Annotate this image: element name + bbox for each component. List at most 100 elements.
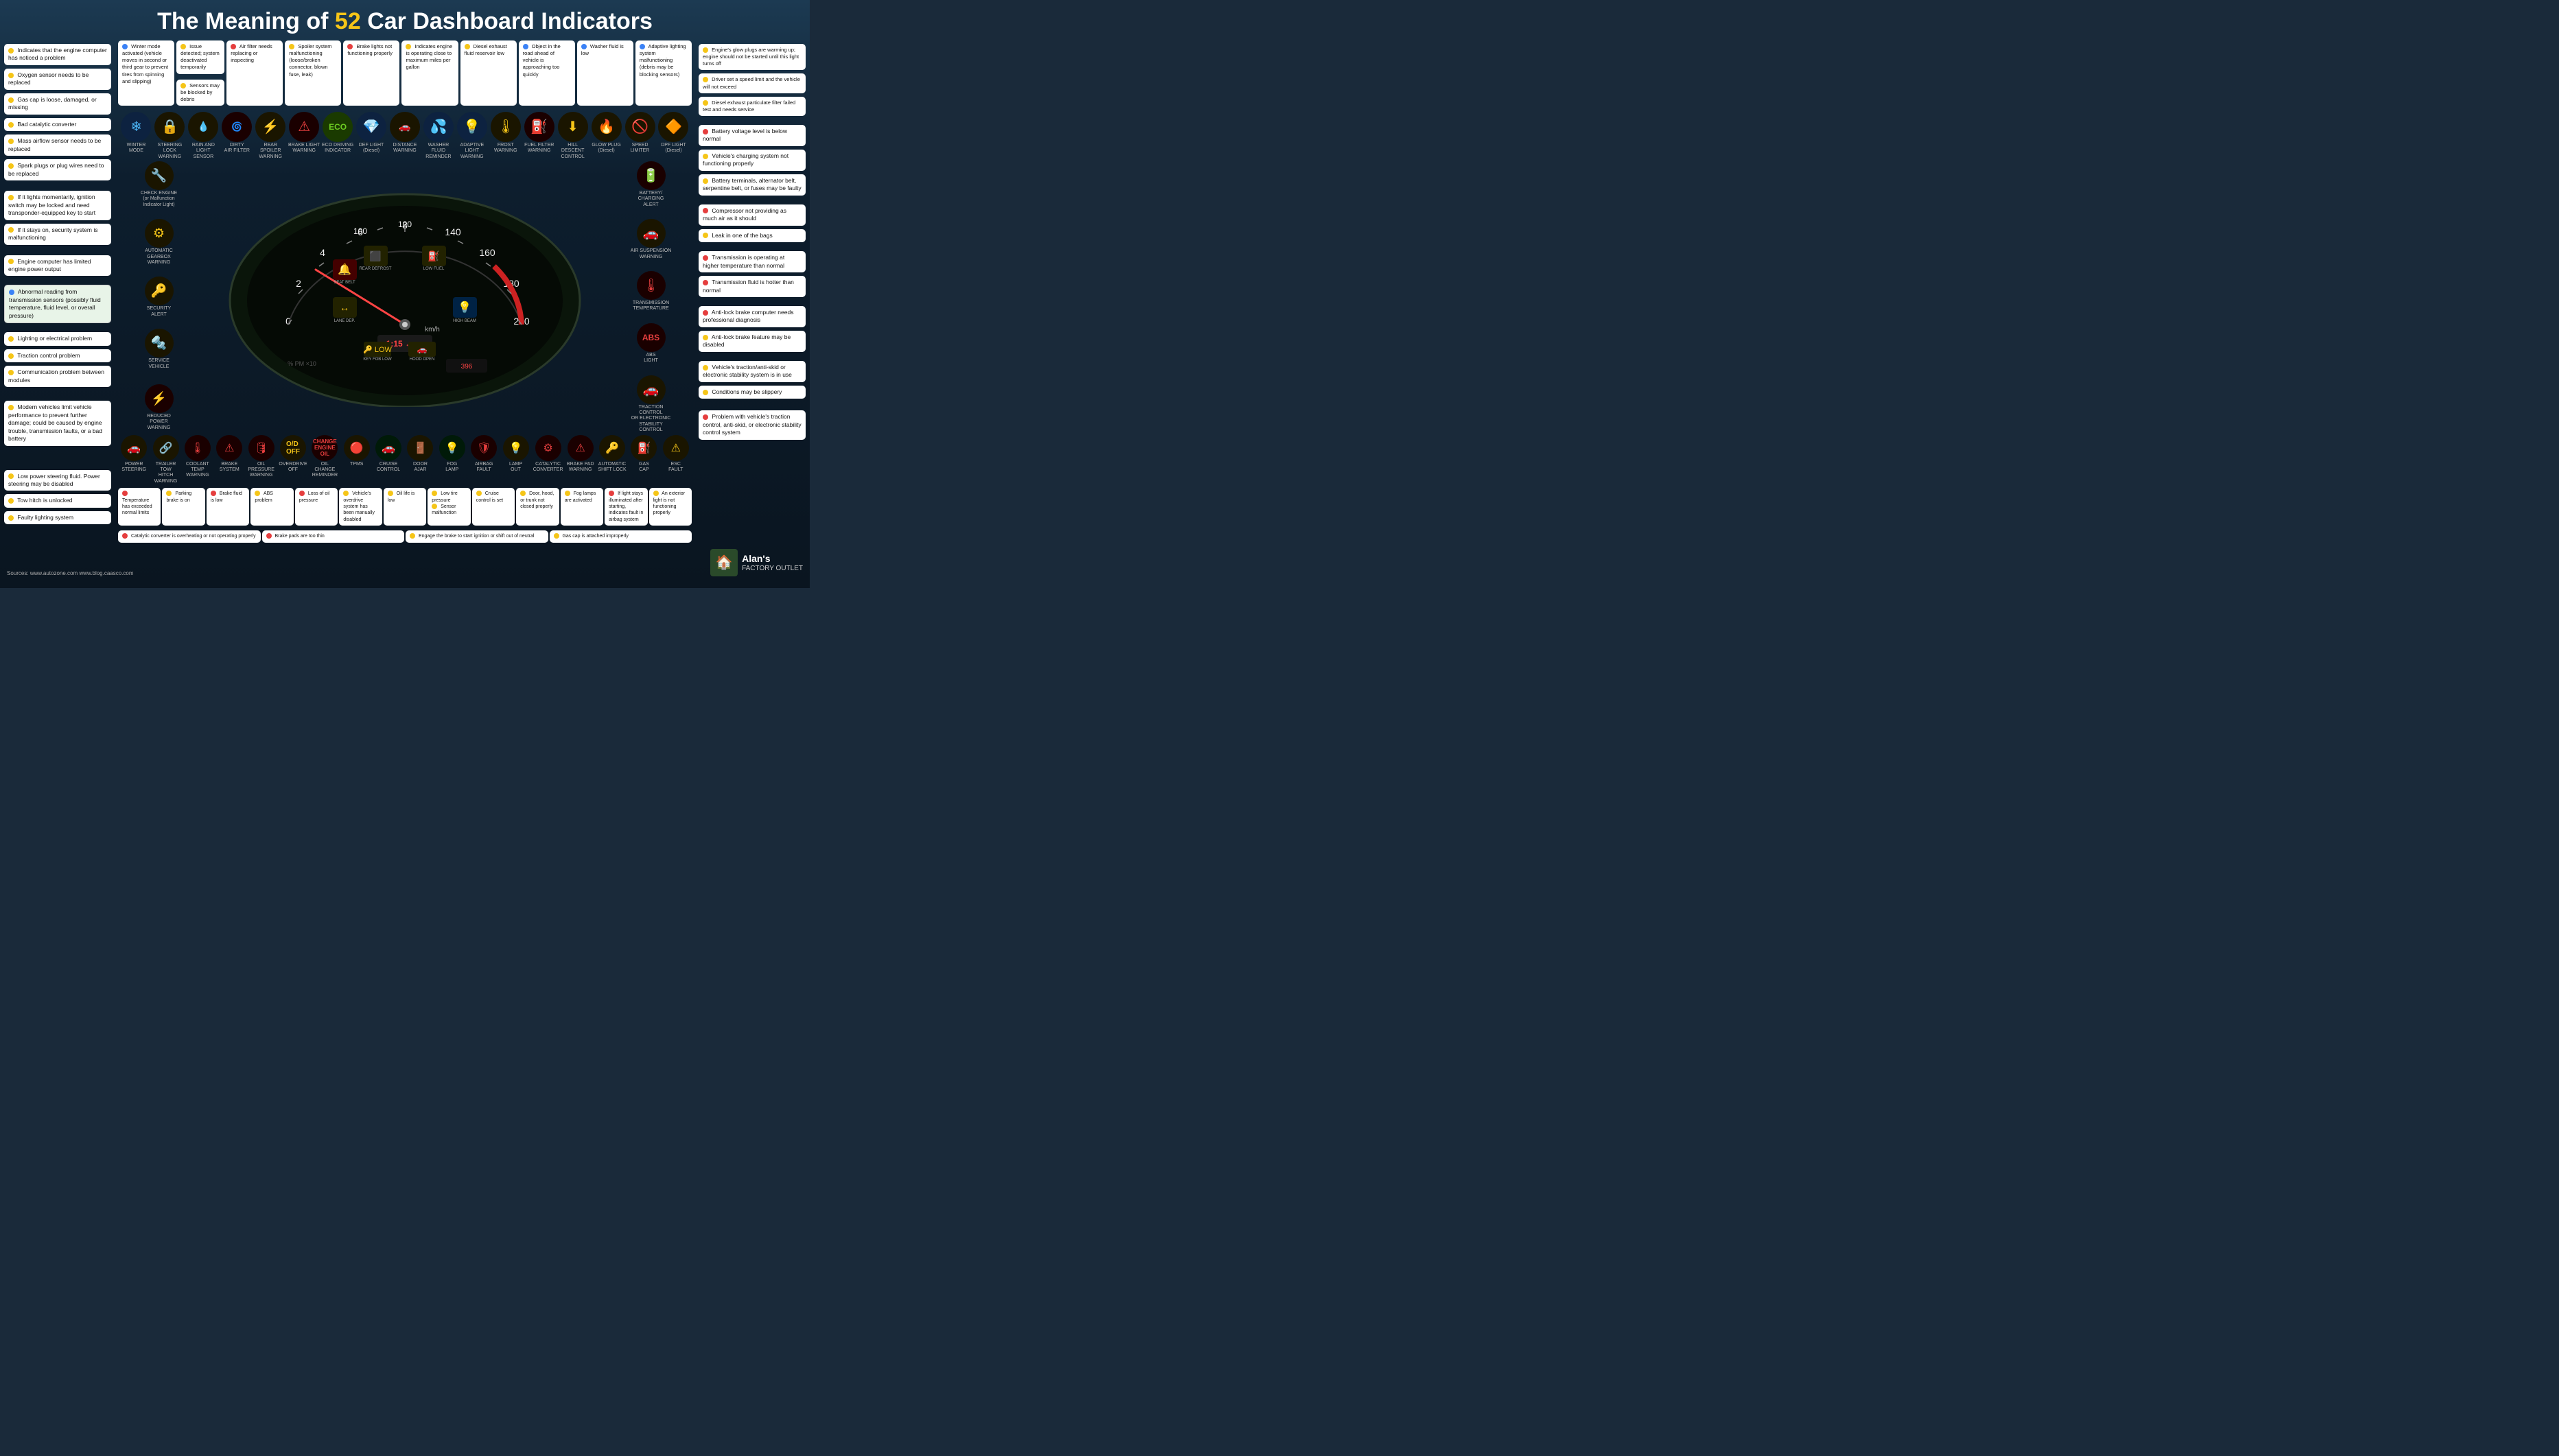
service-vehicle-icon: 🔩 xyxy=(145,329,174,357)
svg-text:100: 100 xyxy=(353,226,367,236)
glow-plug-icon: 🔥 xyxy=(592,112,622,142)
svg-text:160: 160 xyxy=(479,247,495,258)
icon-frost: 🌡 FROSTWARNING xyxy=(489,112,522,160)
ann-dpf: Diesel exhaust particulate filter failed… xyxy=(699,97,806,116)
dot-red xyxy=(231,44,236,49)
icon-def: 💎 DEF LIGHT(Diesel) xyxy=(355,112,388,160)
ann-gearbox: Abnormal reading from transmission senso… xyxy=(4,285,111,323)
dot-yellow xyxy=(8,405,14,410)
svg-text:⬛: ⬛ xyxy=(369,250,381,262)
brake-light-label: BRAKE LIGHTWARNING xyxy=(288,143,320,154)
ann-distance: Object in the road ahead of vehicle is a… xyxy=(519,40,575,106)
svg-text:km/h: km/h xyxy=(425,326,440,333)
service-vehicle-label: SERVICEVEHICLE xyxy=(148,358,170,370)
icon-check-engine: 🔧 CHECK ENGINE(or MalfunctionIndicator L… xyxy=(119,161,198,208)
ann-spoiler: Spoiler system malfunctioning (loose/bro… xyxy=(285,40,341,106)
ann-bottom-tire: Low tire pressure Sensor malfunction xyxy=(428,488,470,526)
svg-text:🚗: 🚗 xyxy=(417,344,428,354)
icon-abs: ABS ABSLIGHT xyxy=(611,323,690,364)
svg-text:↔: ↔ xyxy=(340,302,349,313)
door-ajar-icon: 🚪 xyxy=(407,435,433,461)
airbag-label: AIRBAGFAULT xyxy=(475,462,493,473)
trailer-tow-icon: 🔗 xyxy=(153,435,179,461)
adaptive-light-icon: 💡 xyxy=(457,112,487,142)
svg-text:% PM ×10: % PM ×10 xyxy=(288,360,316,367)
catalytic-label: CATALYTICCONVERTER xyxy=(533,462,563,473)
ann-esc-fault: Problem with vehicle's traction control,… xyxy=(699,410,806,439)
transmission-temp-label: TRANSMISSIONTEMPERATURE xyxy=(633,301,669,312)
ann-bottom-abs-prob: ABS problem xyxy=(250,488,293,526)
icon-steering-lock: 🔒 STEERINGLOCK WARNING xyxy=(153,112,187,160)
svg-text:SEAT BELT: SEAT BELT xyxy=(334,281,355,285)
abs-icon: ABS xyxy=(637,323,666,352)
icon-battery-charging: 🔋 BATTERY/CHARGINGALERT xyxy=(611,161,690,208)
brake-system-icon: ⚠ xyxy=(216,435,242,461)
icon-oil-pressure: 🛢 OIL PRESSUREWARNING xyxy=(246,435,275,485)
cruise-control-label: CRUISECONTROL xyxy=(377,462,400,473)
ann-trans-fluid: Transmission fluid is hotter than normal xyxy=(699,276,806,297)
ann-bottom-overdrive: Vehicle's overdrive system has been manu… xyxy=(339,488,382,526)
gas-cap-icon: ⛽ xyxy=(631,435,657,461)
battery-charging-icon: 🔋 xyxy=(637,161,666,190)
icon-transmission-temp: 🌡 TRANSMISSIONTEMPERATURE xyxy=(611,271,690,312)
icon-coolant-temp: 🌡 COOLANTTEMP WARNING xyxy=(183,435,212,485)
icon-adaptive-light: 💡 ADAPTIVELIGHT WARNING xyxy=(455,112,489,160)
ann-abs-1: Anti-lock brake computer needs professio… xyxy=(699,306,806,327)
ann-washer: Washer fluid is low xyxy=(577,40,633,106)
dot-yellow xyxy=(180,83,186,89)
speedometer-svg: 0 2 4 6 8 200 180 160 140 120 100 xyxy=(226,187,583,407)
brake-light-icon: ⚠ xyxy=(289,112,319,142)
icon-power-steering: 🚗 POWERSTEERING xyxy=(119,435,148,485)
reduced-power-label: REDUCEDPOWERWARNING xyxy=(147,414,171,431)
washer-label: WASHER FLUIDREMINDER xyxy=(421,143,455,160)
dot-yellow xyxy=(8,122,14,128)
ann-bottom-brake-pad: Brake pads are too thin xyxy=(262,530,405,542)
ann-bottom-brake2: Brake fluid is low xyxy=(207,488,249,526)
ann-esc-2: Conditions may be slippery xyxy=(699,386,806,399)
esc-fault-label: ESCFAULT xyxy=(668,462,683,473)
gas-cap-label: GASCAP xyxy=(639,462,649,473)
door-ajar-label: DOORAJAR xyxy=(413,462,428,473)
fog-lamp-label: FOGLAMP xyxy=(445,462,458,473)
svg-text:2: 2 xyxy=(296,278,301,289)
ann-bottom-oil-life: Oil life is low xyxy=(384,488,426,526)
icon-auto-shift-lock: 🔑 AUTOMATICSHIFT LOCK xyxy=(598,435,627,485)
ann-bottom-airbag: If light stays illuminated after startin… xyxy=(605,488,647,526)
ann-esc-1: Vehicle's traction/anti-skid or electron… xyxy=(699,361,806,382)
dirty-air-filter-label: DIRTYAIR FILTER xyxy=(224,143,250,154)
icon-glow-plug: 🔥 GLOW PLUG(Diesel) xyxy=(589,112,623,160)
rear-spoiler-icon: ⚡ xyxy=(255,112,285,142)
airbag-icon: 🛡 xyxy=(471,435,497,461)
power-steering-icon: 🚗 xyxy=(121,435,147,461)
middle-row: 🔧 CHECK ENGINE(or MalfunctionIndicator L… xyxy=(118,161,692,433)
traction-control-label: TRACTION CONTROLOR ELECTRONICSTABILITY C… xyxy=(631,405,672,434)
dot-blue xyxy=(581,44,587,49)
icon-reduced-power: ⚡ REDUCEDPOWERWARNING xyxy=(119,384,198,431)
ann-engine-power: Engine computer has limited engine power… xyxy=(4,255,111,277)
auto-gearbox-icon: ⚙ xyxy=(145,219,174,248)
icon-auto-gearbox: ⚙ AUTOMATICGEARBOXWARNING xyxy=(119,219,198,266)
power-steering-label: POWERSTEERING xyxy=(121,462,146,473)
ann-abs-2: Anti-lock brake feature may be disabled xyxy=(699,331,806,352)
icon-traction-control: 🚗 TRACTION CONTROLOR ELECTRONICSTABILITY… xyxy=(611,375,690,434)
check-engine-icon: 🔧 xyxy=(145,161,174,190)
hill-descent-icon: ⬇ xyxy=(558,112,588,142)
ann-battery-voltage: Battery voltage level is below normal xyxy=(699,125,806,146)
icon-dpf: 🔶 DPF LIGHT(Diesel) xyxy=(657,112,690,160)
ann-bottom-brake1: Parking brake is on xyxy=(162,488,205,526)
tpms-label: TPMS xyxy=(350,462,363,467)
dot-yellow xyxy=(406,44,411,49)
icon-airbag: 🛡 AIRBAGFAULT xyxy=(469,435,498,485)
icon-gas-cap: ⛽ GASCAP xyxy=(629,435,658,485)
security-alert-label: SECURITYALERT xyxy=(147,306,171,318)
dot-yellow xyxy=(8,353,14,359)
trailer-tow-label: TRAILER TOWHITCH WARNING xyxy=(151,462,180,485)
dpf-label: DPF LIGHT(Diesel) xyxy=(661,143,686,154)
svg-text:⛽: ⛽ xyxy=(428,250,439,262)
oil-pressure-icon: 🛢 xyxy=(248,435,274,461)
svg-text:LOW FUEL: LOW FUEL xyxy=(423,267,445,271)
brake-pad-label: BRAKE PADWARNING xyxy=(567,462,594,473)
dot-blue xyxy=(122,44,128,49)
dot-yellow xyxy=(8,370,14,375)
dot-yellow xyxy=(8,498,14,504)
